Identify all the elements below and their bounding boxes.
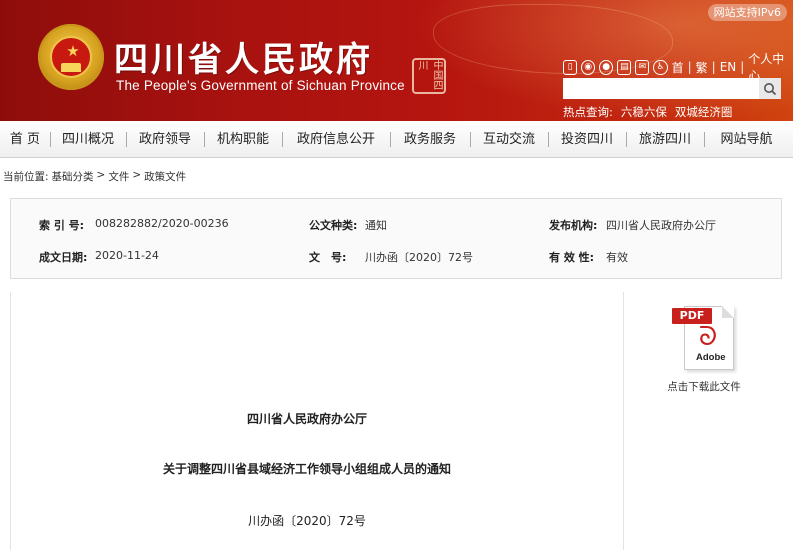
validity-value: 有效 — [606, 251, 628, 264]
nav-item-home[interactable]: 首 页 — [0, 121, 50, 158]
site-banner: ★ 四川省人民政府 The People's Government of Sic… — [0, 0, 793, 121]
home-link[interactable]: 首 — [672, 59, 684, 76]
breadcrumb-separator: > — [132, 169, 142, 181]
breadcrumb-link[interactable]: 基础分类 — [52, 169, 94, 184]
breadcrumb-link[interactable]: 文件 — [108, 169, 129, 184]
weibo-icon[interactable]: ◉ — [581, 59, 596, 75]
ipv6-badge: 网站支持IPv6 — [707, 4, 787, 21]
weixin-icon[interactable]: ● — [599, 59, 614, 75]
acrobat-swirl-icon: ᘐ — [698, 322, 718, 352]
app-icon[interactable]: ▤ — [617, 59, 632, 75]
doc-number-value: 川办函〔2020〕72号 — [365, 251, 473, 264]
separator: | — [711, 60, 716, 74]
document-info-table: 索 引 号: 008282882/2020-00236 公文种类: 通知 发布机… — [10, 198, 782, 279]
hot-search-item[interactable]: 双城经济圈 — [675, 104, 733, 120]
pdf-download-icon[interactable]: PDF ᘐ Adobe — [672, 304, 738, 372]
date-label: 成文日期: — [39, 251, 88, 264]
seal-logo: 中国四川 — [412, 58, 446, 94]
adobe-label: Adobe — [696, 352, 726, 363]
main-nav: 首 页 四川概况 政府领导 机构职能 政府信息公开 政务服务 互动交流 投资四川… — [0, 121, 793, 158]
search-button[interactable] — [759, 78, 781, 99]
nav-item-functions[interactable]: 机构职能 — [204, 121, 282, 158]
doc-type-value: 通知 — [365, 219, 387, 232]
separator: | — [687, 60, 692, 74]
index-value: 008282882/2020-00236 — [95, 217, 229, 230]
validity-label: 有 效 性: — [549, 251, 595, 264]
doc-type-label: 公文种类: — [309, 219, 358, 232]
info-row: 索 引 号: 008282882/2020-00236 公文种类: 通知 发布机… — [11, 217, 781, 237]
document-title: 关于调整四川省县域经济工作领导小组组成人员的通知 — [162, 462, 451, 476]
breadcrumb-separator: > — [96, 169, 106, 181]
nav-item-leaders[interactable]: 政府领导 — [126, 121, 204, 158]
breadcrumb-label: 当前位置: — [3, 171, 49, 183]
hot-search-item[interactable]: 六稳六保 — [621, 104, 667, 120]
hot-search: 热点查询: 六稳六保 双城经济圈 — [563, 104, 732, 120]
hot-search-label: 热点查询: — [563, 105, 613, 119]
nav-item-tourism[interactable]: 旅游四川 — [626, 121, 704, 158]
traditional-chinese-link[interactable]: 繁 — [696, 59, 708, 76]
nav-item-info-disclosure[interactable]: 政府信息公开 — [282, 121, 390, 158]
date-value: 2020-11-24 — [95, 249, 159, 262]
nav-item-sitemap[interactable]: 网站导航 — [704, 121, 789, 158]
nav-item-services[interactable]: 政务服务 — [390, 121, 470, 158]
accessibility-icon[interactable]: ♿ — [653, 59, 668, 75]
document-issuer: 四川省人民政府办公厅 — [246, 412, 367, 426]
separator: | — [740, 60, 745, 74]
email-icon[interactable]: ✉ — [635, 59, 650, 75]
nav-item-interaction[interactable]: 互动交流 — [470, 121, 548, 158]
nav-item-overview[interactable]: 四川概况 — [50, 121, 126, 158]
site-title[interactable]: 四川省人民政府 — [114, 32, 373, 81]
nav-item-investment[interactable]: 投资四川 — [548, 121, 626, 158]
index-label: 索 引 号: — [39, 219, 85, 232]
national-emblem-icon: ★ — [38, 24, 104, 90]
breadcrumb-link[interactable]: 政策文件 — [144, 169, 186, 184]
site-subtitle: The People's Government of Sichuan Provi… — [116, 78, 405, 93]
pdf-download-link[interactable]: 点击下载此文件 — [664, 379, 744, 394]
document-number: 川办函〔2020〕72号 — [248, 514, 366, 528]
publisher-value: 四川省人民政府办公厅 — [606, 219, 716, 232]
search-input[interactable] — [563, 78, 759, 99]
breadcrumb: 当前位置: 基础分类 > 文件 > 政策文件 — [3, 169, 186, 184]
mobile-icon[interactable]: ▯ — [563, 59, 578, 75]
info-row: 成文日期: 2020-11-24 文 号: 川办函〔2020〕72号 有 效 性… — [11, 249, 781, 269]
publisher-label: 发布机构: — [549, 219, 598, 232]
search-icon — [764, 82, 777, 95]
doc-number-label: 文 号: — [309, 251, 347, 264]
english-link[interactable]: EN — [720, 60, 737, 74]
